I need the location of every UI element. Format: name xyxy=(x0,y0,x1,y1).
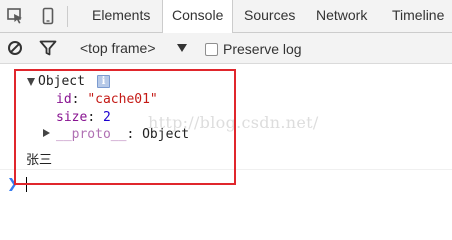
filter-icon[interactable] xyxy=(39,39,57,57)
devtools-tab-strip: Elements Console Sources Network Timelin… xyxy=(0,0,452,33)
clear-console-icon[interactable] xyxy=(6,39,24,57)
console-output: http://blog.csdn.net/ Object i id: "cach… xyxy=(0,64,452,221)
tab-console[interactable]: Console xyxy=(162,0,234,33)
console-toolbar: <top frame> Preserve log xyxy=(0,33,452,64)
frame-dropdown-arrow-icon[interactable] xyxy=(177,44,187,52)
tab-timeline[interactable]: Timeline xyxy=(392,0,444,32)
tab-network[interactable]: Network xyxy=(316,0,367,32)
preserve-log-toggle[interactable]: Preserve log xyxy=(205,41,302,57)
inspect-element-icon[interactable] xyxy=(5,6,25,26)
toolbar-separator xyxy=(67,6,68,27)
preserve-log-checkbox[interactable] xyxy=(205,42,218,56)
frame-selector[interactable]: <top frame> xyxy=(80,40,156,56)
tab-elements[interactable]: Elements xyxy=(92,0,150,32)
device-mode-icon[interactable] xyxy=(38,6,58,26)
preserve-log-label: Preserve log xyxy=(223,41,302,57)
tab-sources[interactable]: Sources xyxy=(244,0,295,32)
highlight-annotation-box xyxy=(14,69,236,185)
